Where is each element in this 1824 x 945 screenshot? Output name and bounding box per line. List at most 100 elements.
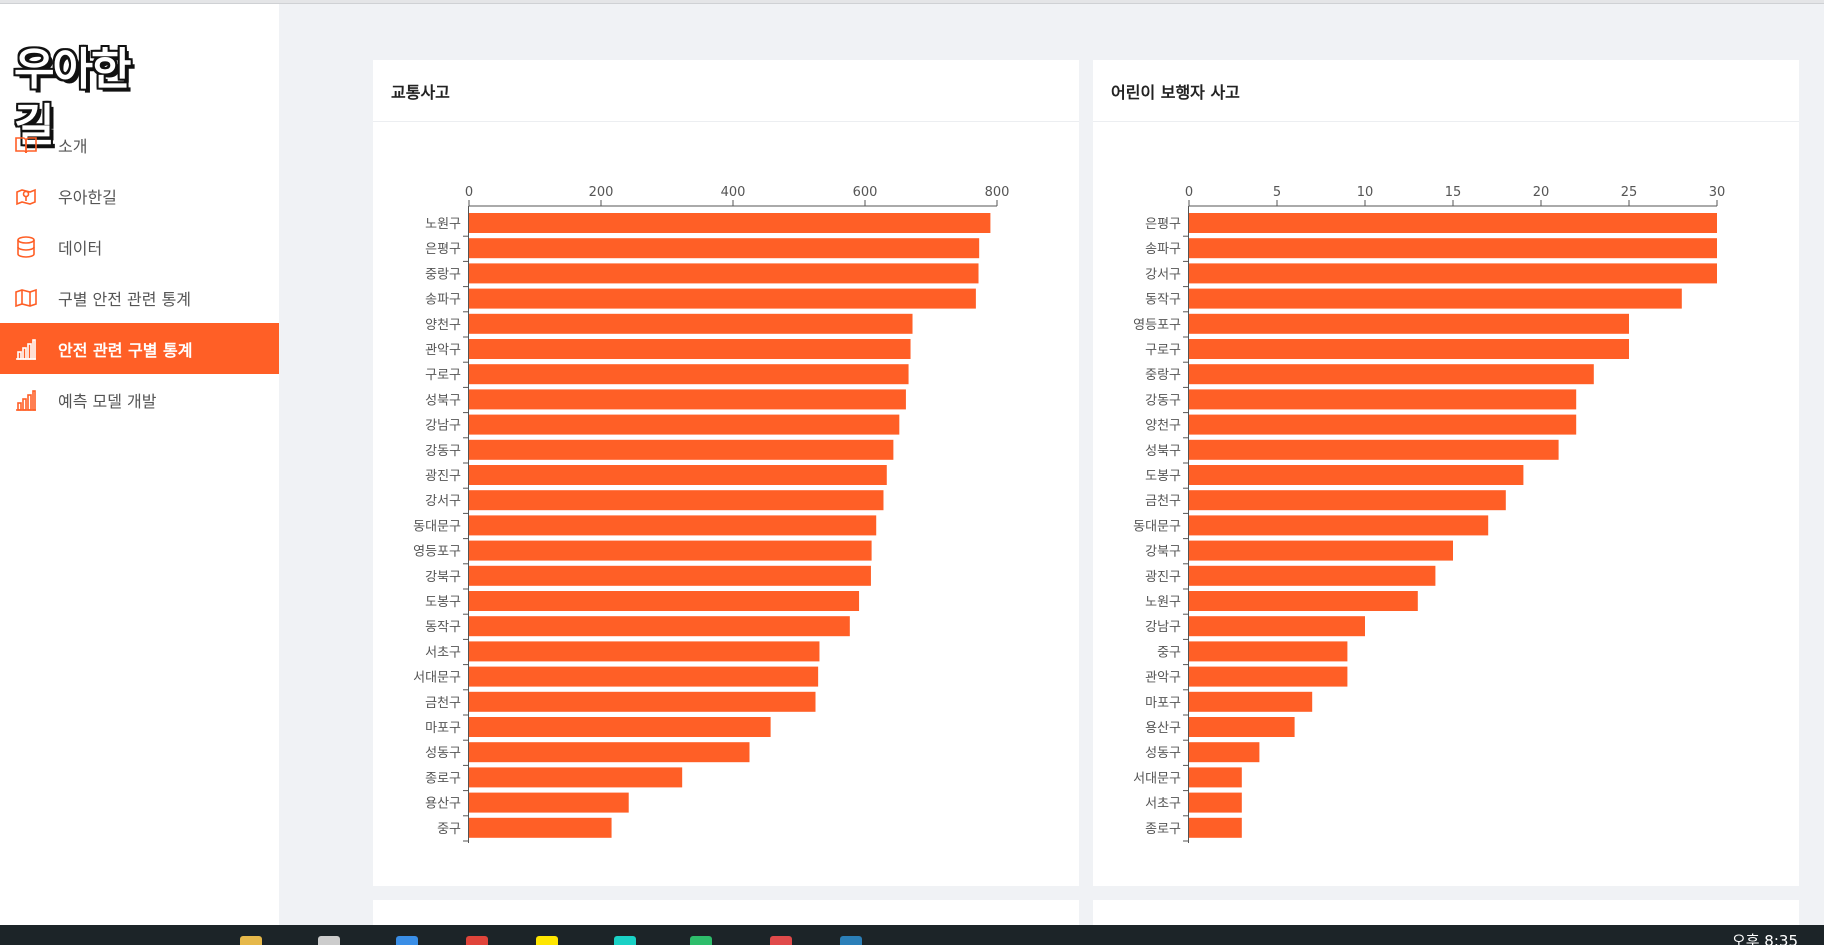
sidebar-item-label: 데이터: [58, 238, 103, 258]
bar-은평구: [1189, 213, 1717, 233]
os-taskbar: 오후 8:35: [0, 925, 1824, 945]
y-tick-label: 노원구: [1145, 595, 1181, 610]
bar-강북구: [469, 565, 871, 586]
bar-마포구: [469, 717, 771, 737]
bar-구로구: [1189, 339, 1629, 359]
messenger-icon[interactable]: [536, 936, 558, 945]
y-tick-label: 강남구: [1145, 620, 1181, 635]
y-tick-label: 서대문구: [1133, 771, 1181, 786]
bar-영등포구: [469, 540, 872, 561]
app-icon[interactable]: [690, 936, 712, 945]
y-tick-label: 중랑구: [1145, 368, 1181, 383]
bar-금천구: [1189, 490, 1506, 511]
bar-광진구: [469, 465, 887, 485]
bar-동대문구: [1189, 515, 1489, 536]
y-tick-label: 노원구: [425, 217, 461, 232]
bar-서대문구: [469, 666, 819, 687]
x-tick-label: 0: [1185, 185, 1193, 200]
bar-관악구: [1189, 666, 1348, 687]
app-logo[interactable]: 우아한길: [14, 42, 154, 151]
x-tick-label: 400: [721, 185, 746, 200]
y-tick-label: 도봉구: [425, 595, 461, 610]
chart-container: 0 5 10 15 20 25 30 은평구 송파구 강서구 동작구 영등포구 구로구 중랑구 강동구 양천구…: [1093, 122, 1799, 886]
y-tick-label: 영등포구: [413, 545, 461, 560]
chart-container: 0 200 400 600 800 노원구 은평구 중랑구 송파구 양천구 관악구 구로구 성북구 강남구…: [373, 122, 1079, 886]
bar-마포구: [1189, 691, 1313, 712]
y-tick-label: 은평구: [425, 242, 461, 257]
bar-양천구: [469, 313, 913, 334]
bar-강동구: [469, 439, 894, 460]
sidebar-item-district-safety-stats[interactable]: 구별 안전 관련 통계: [0, 272, 279, 323]
y-tick-label: 강서구: [1145, 267, 1181, 282]
sidebar-item-data[interactable]: 데이터: [0, 221, 279, 272]
bar-금천구: [469, 691, 816, 712]
y-tick-label: 동작구: [425, 620, 461, 635]
sidebar: 우아한길 소개 우아한길 데이터 구별 안전 관련 통계 안전 관련 구별 통계…: [0, 4, 279, 925]
y-tick-label: 서대문구: [413, 671, 461, 686]
x-tick-label: 10: [1357, 185, 1374, 200]
y-tick-label: 양천구: [1145, 419, 1181, 434]
card-title: 교통사고: [373, 60, 1079, 122]
y-tick-label: 성북구: [425, 393, 461, 408]
sidebar-item-label: 안전 관련 구별 통계: [58, 340, 193, 360]
map-pin-icon: [14, 184, 38, 208]
y-tick-label: 서초구: [425, 645, 461, 660]
bar-용산구: [1189, 717, 1295, 737]
bar-도봉구: [469, 591, 860, 611]
bar-강서구: [469, 490, 884, 511]
settings-icon[interactable]: [318, 936, 340, 945]
y-tick-label: 용산구: [1145, 721, 1181, 736]
sidebar-item-safety-district-stats[interactable]: 안전 관련 구별 통계: [0, 323, 279, 374]
y-tick-label: 성북구: [1145, 444, 1181, 459]
x-tick-label: 5: [1273, 185, 1281, 200]
taskbar-clock: 오후 8:35: [1731, 932, 1798, 945]
x-tick-label: 30: [1709, 185, 1726, 200]
sidebar-item-uahangil[interactable]: 우아한길: [0, 170, 279, 221]
child-pedestrian-accident-card: 어린이 보행자 사고 0 5 10 15 20 25 30 은평구 송파구 강서구 동작구 영등포구 구…: [1093, 60, 1799, 886]
bar-양천구: [1189, 414, 1577, 435]
app-icon[interactable]: [614, 936, 636, 945]
y-tick-label: 종로구: [1145, 822, 1181, 837]
y-tick-label: 마포구: [425, 721, 461, 736]
bar-강남구: [469, 414, 900, 435]
bar-성동구: [469, 742, 750, 763]
bar-관악구: [469, 339, 911, 359]
y-tick-label: 송파구: [425, 293, 461, 308]
y-tick-label: 양천구: [425, 318, 461, 333]
bar-노원구: [469, 213, 991, 233]
y-tick-label: 은평구: [1145, 217, 1181, 232]
app-icon[interactable]: [840, 936, 862, 945]
folder-icon[interactable]: [240, 936, 262, 945]
traffic-accident-card: 교통사고 0 200 400 600 800 노원구 은평구 중랑구 송파구 양천구 관악구 구로구 성…: [373, 60, 1079, 886]
y-tick-label: 송파구: [1145, 242, 1181, 257]
sidebar-item-intro[interactable]: 소개: [0, 119, 279, 170]
traffic-accident-chart: 0 200 400 600 800 노원구은평구중랑구송파구양천구관악구구로구성북구강남구…: [413, 185, 1010, 843]
browser-icon[interactable]: [396, 936, 418, 945]
bar-성북구: [1189, 439, 1559, 460]
chrome-icon[interactable]: [466, 936, 488, 945]
y-tick-label: 강북구: [425, 570, 461, 585]
y-tick-label: 중구: [1157, 645, 1181, 660]
sidebar-item-label: 소개: [58, 136, 88, 156]
bar-구로구: [469, 364, 909, 385]
y-tick-label: 강북구: [1145, 545, 1181, 560]
y-tick-label: 영등포구: [1133, 318, 1181, 333]
x-tick-label: 25: [1621, 185, 1638, 200]
y-tick-label: 종로구: [425, 771, 461, 786]
x-tick-label: 800: [985, 185, 1010, 200]
bar-종로구: [1189, 817, 1242, 838]
bar-chart-icon: [14, 388, 38, 412]
x-tick-label: 200: [589, 185, 614, 200]
y-tick-label: 동대문구: [413, 519, 461, 534]
sidebar-item-label: 우아한길: [58, 187, 117, 207]
bar-종로구: [469, 767, 683, 788]
bar-광진구: [1189, 565, 1436, 586]
bar-성북구: [469, 389, 906, 410]
sidebar-item-label: 구별 안전 관련 통계: [58, 289, 192, 309]
app-icon[interactable]: [770, 936, 792, 945]
sidebar-item-prediction-model[interactable]: 예측 모델 개발: [0, 374, 279, 425]
bar-중랑구: [1189, 364, 1594, 385]
bar-동대문구: [469, 515, 877, 536]
bar-강남구: [1189, 616, 1365, 637]
database-icon: [14, 235, 38, 259]
